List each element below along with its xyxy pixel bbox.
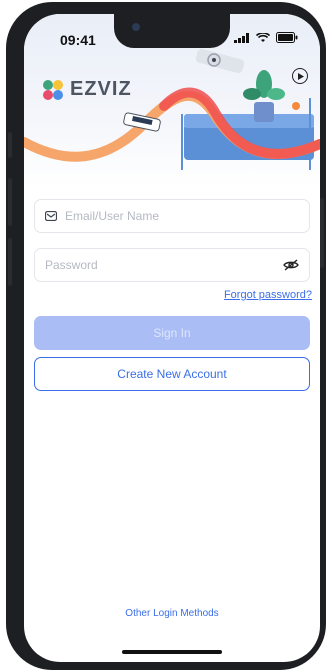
forgot-password-link[interactable]: Forgot password? bbox=[224, 289, 312, 301]
email-field[interactable]: Email/User Name bbox=[34, 199, 310, 233]
password-placeholder: Password bbox=[45, 258, 98, 272]
status-icons bbox=[234, 32, 298, 43]
sign-in-button[interactable]: Sign In bbox=[34, 316, 310, 350]
camera-lens bbox=[132, 23, 140, 31]
status-time: 09:41 bbox=[60, 32, 96, 48]
create-account-button[interactable]: Create New Account bbox=[34, 357, 310, 391]
volume-up-button bbox=[8, 178, 12, 226]
ezviz-logo-mark-icon bbox=[43, 79, 63, 100]
play-icon[interactable] bbox=[292, 68, 308, 84]
power-button bbox=[320, 198, 324, 268]
signal-icon bbox=[234, 32, 249, 43]
notch bbox=[114, 14, 230, 48]
battery-icon bbox=[276, 32, 298, 43]
app-screen: EZVIZ 09:41 Email/User Name Password For… bbox=[24, 14, 320, 662]
brand-name: EZVIZ bbox=[70, 78, 132, 100]
home-indicator[interactable] bbox=[122, 650, 222, 654]
mute-switch bbox=[8, 132, 12, 158]
other-login-methods-link[interactable]: Other Login Methods bbox=[24, 608, 320, 619]
volume-down-button bbox=[8, 238, 12, 286]
phone-frame: EZVIZ 09:41 Email/User Name Password For… bbox=[6, 2, 326, 670]
eye-slash-icon[interactable] bbox=[283, 259, 299, 271]
password-field[interactable]: Password bbox=[34, 248, 310, 282]
ezviz-logo: EZVIZ bbox=[42, 78, 132, 101]
mail-icon bbox=[45, 211, 57, 221]
email-placeholder: Email/User Name bbox=[65, 209, 160, 223]
wifi-icon bbox=[256, 32, 270, 42]
